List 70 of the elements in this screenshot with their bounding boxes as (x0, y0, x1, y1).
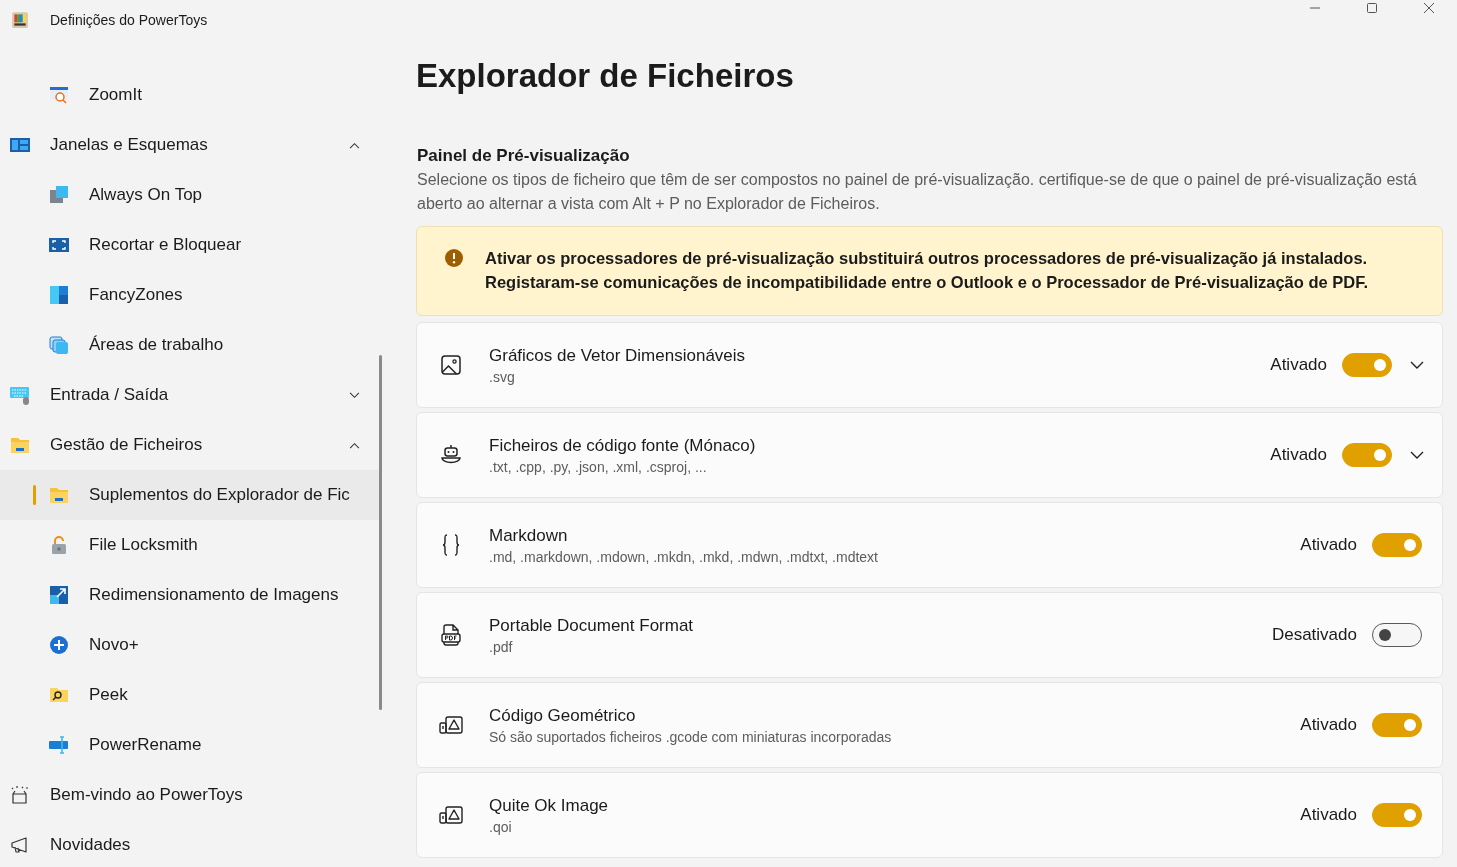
card-subtitle: .txt, .cpp, .py, .json, .xml, .csproj, ... (489, 458, 708, 475)
card-subtitle: Só são suportados ficheiros .gcode com miniaturas incorporadas (489, 728, 893, 745)
text-cursor-field-icon (49, 735, 69, 755)
scrollbar-thumb[interactable] (379, 355, 382, 710)
layout-icon (10, 135, 30, 155)
padlock-icon (49, 535, 69, 555)
card-title: Portable Document Format (489, 615, 695, 636)
plus-circle-icon (49, 635, 69, 655)
sidebar-item[interactable]: ZoomIt (0, 70, 380, 120)
section-title: Painel de Pré-visualização (417, 146, 631, 167)
sidebar-item[interactable]: PowerRename (0, 720, 380, 770)
toggle-switch[interactable] (1372, 533, 1422, 558)
sidebar-item[interactable]: Entrada / Saída (0, 370, 380, 420)
sidebar-item[interactable]: Always On Top (0, 170, 380, 220)
toggle-switch[interactable] (1342, 353, 1392, 378)
card-title: Quite Ok Image (489, 795, 610, 816)
section-description: Selecione os tipos de ficheiro que têm de ser compostos no painel de pré-visualização. certifique-se de que o painel de pré-visualização está aberto ao alternar a vista com Alt + P no Explorador de Ficheiros. (417, 170, 1418, 215)
toggle-switch[interactable] (1372, 803, 1422, 828)
card-subtitle: .svg (489, 368, 516, 385)
folder-magnifier-icon (49, 685, 69, 705)
magnifier-window-icon (49, 85, 69, 105)
sidebar-item[interactable]: Recortar e Bloquear (0, 220, 380, 270)
app-icon (11, 11, 29, 29)
sidebar-item[interactable]: Novo+ (0, 620, 380, 670)
sidebar-item[interactable]: Janelas e Esquemas (0, 120, 380, 170)
page-title: Explorador de Ficheiros (416, 58, 795, 95)
image-icon (439, 353, 463, 378)
toggle-state-label: Ativado (1270, 355, 1327, 376)
warning-text: Registaram-se comunicações de incompatibilidade entre o Outlook e o Processador de Pré-visualização de PDF. (485, 272, 1369, 294)
sidebar-item[interactable]: Suplementos do Explorador de Fic (0, 470, 380, 520)
megaphone-icon (10, 835, 30, 855)
maximize-icon[interactable] (1365, 2, 1378, 14)
card-title: Markdown (489, 525, 569, 546)
sidebar-item[interactable]: File Locksmith (0, 520, 380, 570)
toggle-state-label: Ativado (1270, 445, 1327, 466)
toggle-state-label: Ativado (1300, 805, 1357, 826)
sidebar-item[interactable]: Redimensionamento de Imagens (0, 570, 380, 620)
toggle-switch[interactable] (1372, 623, 1422, 648)
toggle-switch[interactable] (1372, 713, 1422, 738)
toggle-state-label: Desativado (1271, 625, 1357, 646)
layered-squares-icon (49, 335, 69, 355)
sidebar-item[interactable]: Áreas de trabalho (0, 320, 380, 370)
sidebar-item[interactable]: Gestão de Ficheiros (0, 420, 380, 470)
window-title: Definições do PowerToys (50, 12, 208, 28)
gift-box-sparkle-icon (10, 785, 30, 805)
card-subtitle: .md, .markdown, .mdown, .mkdn, .mkd, .mdwn, .mdtxt, .mdtext (489, 548, 879, 565)
warning-icon (444, 248, 464, 269)
toggle-switch[interactable] (1342, 443, 1392, 468)
close-icon[interactable] (1422, 2, 1435, 14)
card-subtitle: .pdf (489, 638, 514, 655)
warning-text: Ativar os processadores de pré-visualização substituirá outros processadores de pré-visualização já instalados. (485, 248, 1369, 270)
sidebar-item[interactable]: Novidades (0, 820, 380, 867)
card-title: Código Geométrico (489, 705, 637, 726)
folder-icon (10, 435, 30, 455)
card-title: Gráficos de Vetor Dimensionáveis (489, 345, 747, 366)
crop-frame-icon (49, 235, 69, 255)
chevron-down-icon[interactable] (1410, 451, 1424, 460)
keyboard-mouse-icon (10, 385, 30, 405)
sidebar-item[interactable]: Bem-vindo ao PowerToys (0, 770, 380, 820)
card-title: Ficheiros de código fonte (Mónaco) (489, 435, 757, 456)
toggle-state-label: Ativado (1300, 535, 1357, 556)
stacked-squares-icon (49, 185, 69, 205)
chevron-down-icon[interactable] (1410, 361, 1424, 370)
card-subtitle: .qoi (489, 818, 513, 835)
toggle-state-label: Ativado (1300, 715, 1357, 736)
sidebar-item[interactable]: FancyZones (0, 270, 380, 320)
zones-icon (49, 285, 69, 305)
folder-icon (49, 485, 69, 505)
sidebar-item[interactable]: Peek (0, 670, 380, 720)
pdf-file-icon (439, 623, 463, 648)
